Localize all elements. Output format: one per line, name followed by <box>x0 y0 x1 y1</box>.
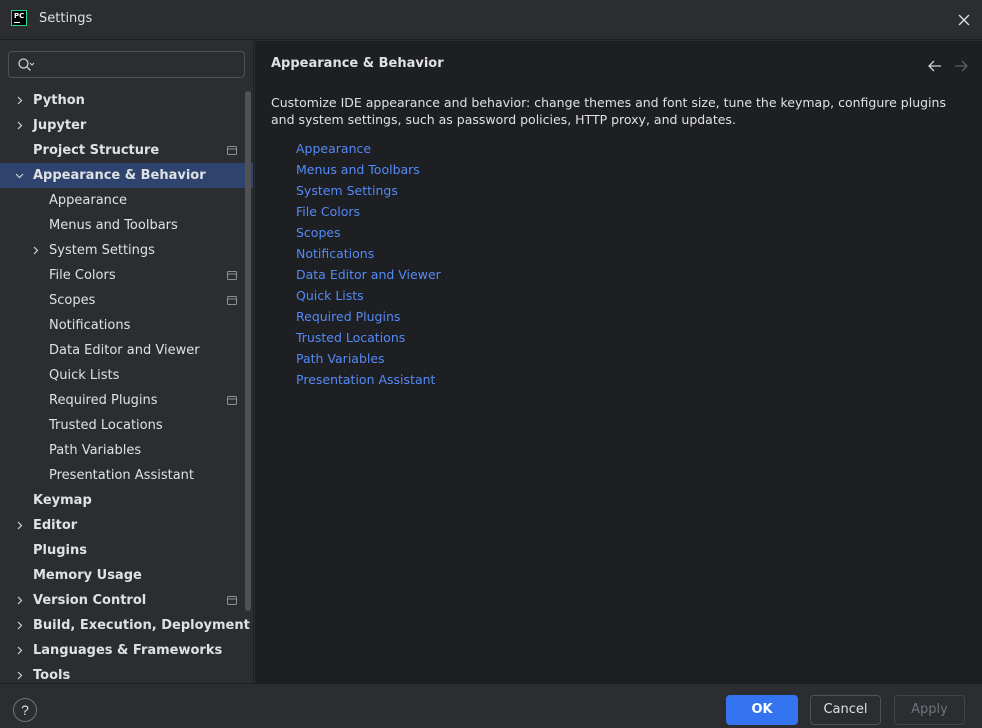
sidebar-item-label: Required Plugins <box>49 393 158 408</box>
sidebar-item-label: Presentation Assistant <box>49 468 194 483</box>
chevron-right-icon[interactable] <box>14 595 25 606</box>
sidebar-item-label: Appearance & Behavior <box>33 168 206 183</box>
link-quick-lists[interactable]: Quick Lists <box>296 285 441 306</box>
sidebar-item-required-plugins[interactable]: Required Plugins <box>0 388 253 413</box>
search-box[interactable] <box>8 51 245 78</box>
sidebar-item-label: Editor <box>33 518 78 533</box>
apply-button[interactable]: Apply <box>894 695 965 725</box>
chevron-right-icon[interactable] <box>14 120 25 131</box>
chevron-right-icon[interactable] <box>14 520 25 531</box>
sidebar-item-editor[interactable]: Editor <box>0 513 253 538</box>
sidebar-item-label: File Colors <box>49 268 116 283</box>
sidebar-item-label: Trusted Locations <box>49 418 163 433</box>
sidebar-item-label: Project Structure <box>33 143 160 158</box>
link-scopes[interactable]: Scopes <box>296 222 441 243</box>
page-description: Customize IDE appearance and behavior: c… <box>271 95 946 127</box>
link-appearance[interactable]: Appearance <box>296 138 441 159</box>
page-title: Appearance & Behavior <box>271 56 444 71</box>
sidebar-item-path-variables[interactable]: Path Variables <box>0 438 253 463</box>
help-button[interactable]: ? <box>13 698 37 722</box>
sidebar-item-label: Appearance <box>49 193 128 208</box>
settings-tree: Python Jupyter Project Structure Appearance… <box>0 88 253 683</box>
link-trusted-locations[interactable]: Trusted Locations <box>296 327 441 348</box>
link-system-settings[interactable]: System Settings <box>296 180 441 201</box>
sidebar-item-version-control[interactable]: Version Control <box>0 588 253 613</box>
sidebar-item-label: Menus and Toolbars <box>49 218 178 233</box>
chevron-right-icon[interactable] <box>14 620 25 631</box>
project-level-icon <box>227 396 237 405</box>
window-title: Settings <box>39 11 93 26</box>
sidebar-item-appearance-behavior[interactable]: Appearance & Behavior <box>0 163 253 188</box>
sidebar-item-plugins[interactable]: Plugins <box>0 538 253 563</box>
close-icon[interactable] <box>954 10 974 30</box>
project-level-icon <box>227 296 237 305</box>
settings-content-panel: Appearance & Behavior Customize IDE appe… <box>255 41 982 683</box>
chevron-right-icon[interactable] <box>14 95 25 106</box>
sidebar-item-menus-and-toolbars[interactable]: Menus and Toolbars <box>0 213 253 238</box>
sidebar-item-build-execution-deployment[interactable]: Build, Execution, Deployment <box>0 613 253 638</box>
sidebar-item-label: Build, Execution, Deployment <box>33 618 250 633</box>
sidebar-item-label: Plugins <box>33 543 87 558</box>
forward-arrow-icon[interactable] <box>953 58 969 74</box>
link-file-colors[interactable]: File Colors <box>296 201 441 222</box>
sidebar-item-label: Path Variables <box>49 443 142 458</box>
sidebar-item-languages-frameworks[interactable]: Languages & Frameworks <box>0 638 253 663</box>
sidebar-item-notifications[interactable]: Notifications <box>0 313 253 338</box>
sidebar-item-data-editor-and-viewer[interactable]: Data Editor and Viewer <box>0 338 253 363</box>
link-path-variables[interactable]: Path Variables <box>296 348 441 369</box>
project-level-icon <box>227 146 237 155</box>
sidebar-item-label: Version Control <box>33 593 147 608</box>
sidebar-item-appearance[interactable]: Appearance <box>0 188 253 213</box>
sidebar-item-label: System Settings <box>49 243 155 258</box>
link-data-editor-and-viewer[interactable]: Data Editor and Viewer <box>296 264 441 285</box>
chevron-right-icon[interactable] <box>30 245 41 256</box>
sidebar-item-label: Languages & Frameworks <box>33 643 223 658</box>
sidebar-item-python[interactable]: Python <box>0 88 253 113</box>
sidebar-item-trusted-locations[interactable]: Trusted Locations <box>0 413 253 438</box>
sidebar-item-label: Keymap <box>33 493 92 508</box>
sidebar-item-label: Jupyter <box>33 118 87 133</box>
link-required-plugins[interactable]: Required Plugins <box>296 306 441 327</box>
back-arrow-icon[interactable] <box>927 58 943 74</box>
sidebar-item-label: Tools <box>33 668 71 683</box>
sidebar-item-quick-lists[interactable]: Quick Lists <box>0 363 253 388</box>
sidebar-item-keymap[interactable]: Keymap <box>0 488 253 513</box>
link-notifications[interactable]: Notifications <box>296 243 441 264</box>
sidebar-item-label: Memory Usage <box>33 568 142 583</box>
sidebar-item-tools[interactable]: Tools <box>0 663 253 683</box>
chevron-down-icon[interactable] <box>14 170 25 181</box>
sidebar-item-file-colors[interactable]: File Colors <box>0 263 253 288</box>
sidebar-item-label: Notifications <box>49 318 131 333</box>
sidebar-item-label: Scopes <box>49 293 96 308</box>
dialog-footer: ? OK Cancel Apply <box>0 683 982 728</box>
project-level-icon <box>227 596 237 605</box>
sidebar-scrollbar[interactable] <box>245 91 251 611</box>
chevron-right-icon[interactable] <box>14 645 25 656</box>
link-presentation-assistant[interactable]: Presentation Assistant <box>296 369 441 390</box>
sidebar-item-system-settings[interactable]: System Settings <box>0 238 253 263</box>
sidebar-item-scopes[interactable]: Scopes <box>0 288 253 313</box>
pycharm-logo-icon: PC <box>11 10 27 26</box>
sidebar-item-memory-usage[interactable]: Memory Usage <box>0 563 253 588</box>
search-icon[interactable] <box>17 57 35 73</box>
chevron-right-icon[interactable] <box>14 670 25 681</box>
cancel-button[interactable]: Cancel <box>810 695 881 725</box>
sidebar-item-label: Python <box>33 93 85 108</box>
title-bar: PC Settings <box>0 0 982 40</box>
sidebar-item-label: Quick Lists <box>49 368 120 383</box>
sidebar-item-jupyter[interactable]: Jupyter <box>0 113 253 138</box>
search-input[interactable] <box>39 55 239 75</box>
subpage-links: Appearance Menus and Toolbars System Setti… <box>296 138 441 390</box>
link-menus-and-toolbars[interactable]: Menus and Toolbars <box>296 159 441 180</box>
settings-sidebar: Python Jupyter Project Structure Appearance… <box>0 41 254 683</box>
ok-button[interactable]: OK <box>726 695 798 725</box>
project-level-icon <box>227 271 237 280</box>
sidebar-item-project-structure[interactable]: Project Structure <box>0 138 253 163</box>
sidebar-item-label: Data Editor and Viewer <box>49 343 200 358</box>
sidebar-item-presentation-assistant[interactable]: Presentation Assistant <box>0 463 253 488</box>
